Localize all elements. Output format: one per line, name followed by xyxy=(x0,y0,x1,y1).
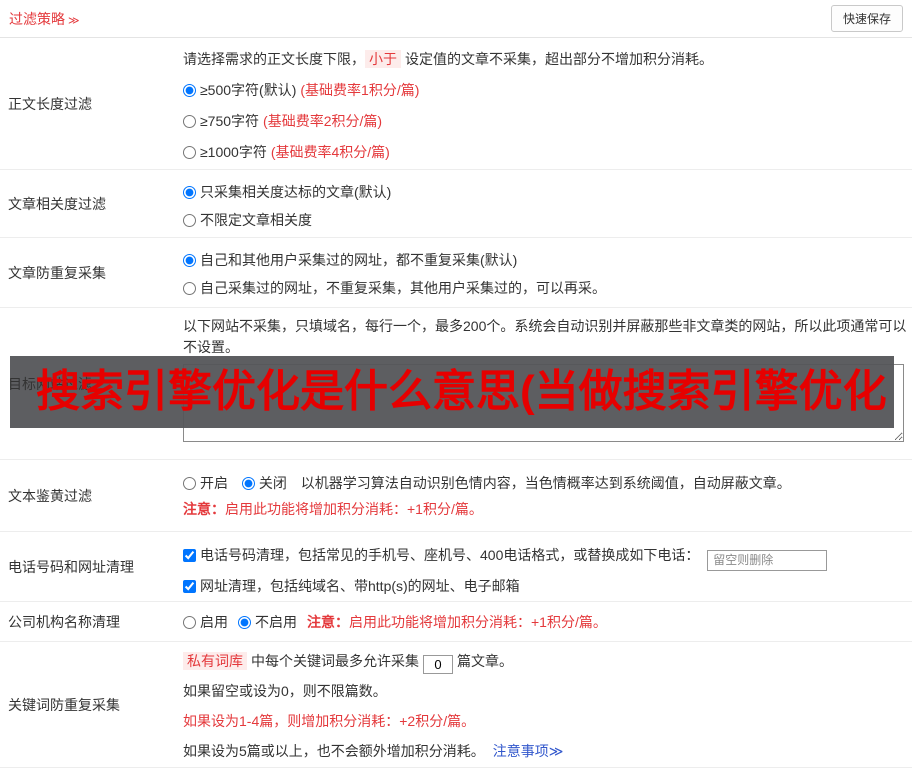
dedup-self-radio[interactable] xyxy=(183,282,196,295)
company-cleanup-disable[interactable]: 不启用 xyxy=(238,612,297,632)
target-site-description: 以下网站不采集，只填域名，每行一个，最多200个。系统会自动识别并屏蔽那些非文章… xyxy=(183,318,907,355)
length-option-1000-radio[interactable] xyxy=(183,146,196,159)
row-label-relevance: 文章相关度过滤 xyxy=(8,195,106,212)
length-filter-intro: 请选择需求的正文长度下限， 小于 设定值的文章不采集，超出部分不增加积分消耗。 xyxy=(183,50,713,68)
row-label-porn-filter: 文本鉴黄过滤 xyxy=(8,487,92,504)
quick-save-button[interactable]: 快速保存 xyxy=(830,5,903,32)
company-enable-radio[interactable] xyxy=(183,615,196,629)
relevance-strict-radio[interactable] xyxy=(183,186,196,199)
row-relevance-filter: 文章相关度过滤 只采集相关度达标的文章(默认) 不限定文章相关度 xyxy=(0,170,912,238)
phone-cleanup-option[interactable]: 电话号码清理，包括常见的手机号、座机号、400电话格式，或替换成如下电话： xyxy=(183,547,703,563)
row-dedup-collection: 文章防重复采集 自己和其他用户采集过的网址，都不重复采集(默认) 自己采集过的网… xyxy=(0,238,912,308)
rate-note: (基础费率2积分/篇) xyxy=(263,113,383,129)
topbar: 过滤策略 ≫ 快速保存 xyxy=(0,0,912,38)
porn-filter-note: 注意：启用此功能将增加积分消耗：+1积分/篇。 xyxy=(183,501,483,517)
length-option-500[interactable]: ≥500字符(默认) (基础费率1积分/篇) xyxy=(183,75,904,106)
porn-off-radio[interactable] xyxy=(241,477,255,490)
url-cleanup-checkbox[interactable] xyxy=(183,579,196,593)
row-label-keyword-dedup: 关键词防重复采集 xyxy=(8,696,120,713)
length-option-750-radio[interactable] xyxy=(183,115,196,128)
porn-on-radio[interactable] xyxy=(183,477,196,490)
less-than-highlight: 小于 xyxy=(365,50,401,68)
length-option-750[interactable]: ≥750字符 (基础费率2积分/篇) xyxy=(183,106,904,137)
row-porn-filter: 文本鉴黄过滤 开启 关闭 以机器学习算法自动识别色情内容，当色情概率达到系统阈值… xyxy=(0,460,912,532)
keyword-note-1-4: 如果设为1-4篇，则增加积分消耗：+2积分/篇。 xyxy=(183,713,476,729)
porn-filter-on[interactable]: 开启 xyxy=(183,475,232,491)
row-label-phone-url: 电话号码和网址清理 xyxy=(8,558,134,575)
length-option-500-radio[interactable] xyxy=(183,84,196,97)
url-cleanup-option[interactable]: 网址清理，包括纯域名、带http(s)的网址、电子邮箱 xyxy=(183,578,520,594)
keyword-note-zero: 如果留空或设为0，则不限篇数。 xyxy=(183,683,387,699)
rate-note: (基础费率4积分/篇) xyxy=(270,144,390,160)
row-content-length-filter: 正文长度过滤 请选择需求的正文长度下限， 小于 设定值的文章不采集，超出部分不增加积… xyxy=(0,38,912,170)
rate-note: (基础费率1积分/篇) xyxy=(300,82,420,98)
watermark-text: 搜索引擎优化是什么意思(当做搜索引擎优化 xyxy=(36,367,887,416)
row-label-dedup: 文章防重复采集 xyxy=(8,264,106,281)
company-disable-radio[interactable] xyxy=(238,615,251,629)
notes-link[interactable]: 注意事项≫ xyxy=(493,743,564,759)
length-option-1000[interactable]: ≥1000字符 (基础费率4积分/篇) xyxy=(183,137,904,168)
row-label-company-name: 公司机构名称清理 xyxy=(8,613,120,630)
page-title-label: 过滤策略 xyxy=(9,10,65,27)
relevance-option-any[interactable]: 不限定文章相关度 xyxy=(183,206,904,234)
dedup-global-radio[interactable] xyxy=(183,254,196,267)
private-lexicon-highlight[interactable]: 私有词库 xyxy=(183,652,247,670)
porn-filter-off[interactable]: 关闭 xyxy=(241,475,291,491)
row-keyword-dedup: 关键词防重复采集 私有词库中每个关键词最多允许采集篇文章。 如果留空或设为0，则… xyxy=(0,642,912,768)
keyword-note-5plus: 如果设为5篇或以上，也不会额外增加积分消耗。 注意事项≫ xyxy=(183,743,564,759)
company-cleanup-note: 注意：启用此功能将增加积分消耗：+1积分/篇。 xyxy=(307,613,607,630)
keyword-limit-input[interactable] xyxy=(423,655,453,674)
watermark-banner: 搜索引擎优化是什么意思(当做搜索引擎优化 xyxy=(10,356,894,428)
dedup-option-self[interactable]: 自己采集过的网址，不重复采集，其他用户采集过的，可以再采。 xyxy=(183,274,904,302)
row-label-content-length: 正文长度过滤 xyxy=(8,95,92,112)
dedup-option-global[interactable]: 自己和其他用户采集过的网址，都不重复采集(默认) xyxy=(183,246,904,274)
keyword-limit-line: 私有词库中每个关键词最多允许采集篇文章。 xyxy=(183,646,904,676)
replacement-phone-input[interactable] xyxy=(707,549,828,571)
relevance-any-radio[interactable] xyxy=(183,214,196,227)
company-cleanup-enable[interactable]: 启用 xyxy=(183,612,228,632)
porn-filter-description: 以机器学习算法自动识别色情内容，当色情概率达到系统阈值，自动屏蔽文章。 xyxy=(300,475,791,491)
chevron-down-icon: ≫ xyxy=(68,14,80,27)
page-title[interactable]: 过滤策略 ≫ xyxy=(9,9,80,29)
phone-cleanup-checkbox[interactable] xyxy=(183,549,196,562)
relevance-option-strict[interactable]: 只采集相关度达标的文章(默认) xyxy=(183,178,904,206)
row-company-name-cleanup: 公司机构名称清理 启用 不启用 注意：启用此功能将增加积分消耗：+1积分/篇。 xyxy=(0,602,912,642)
row-phone-url-cleanup: 电话号码和网址清理 电话号码清理，包括常见的手机号、座机号、400电话格式，或替… xyxy=(0,532,912,602)
